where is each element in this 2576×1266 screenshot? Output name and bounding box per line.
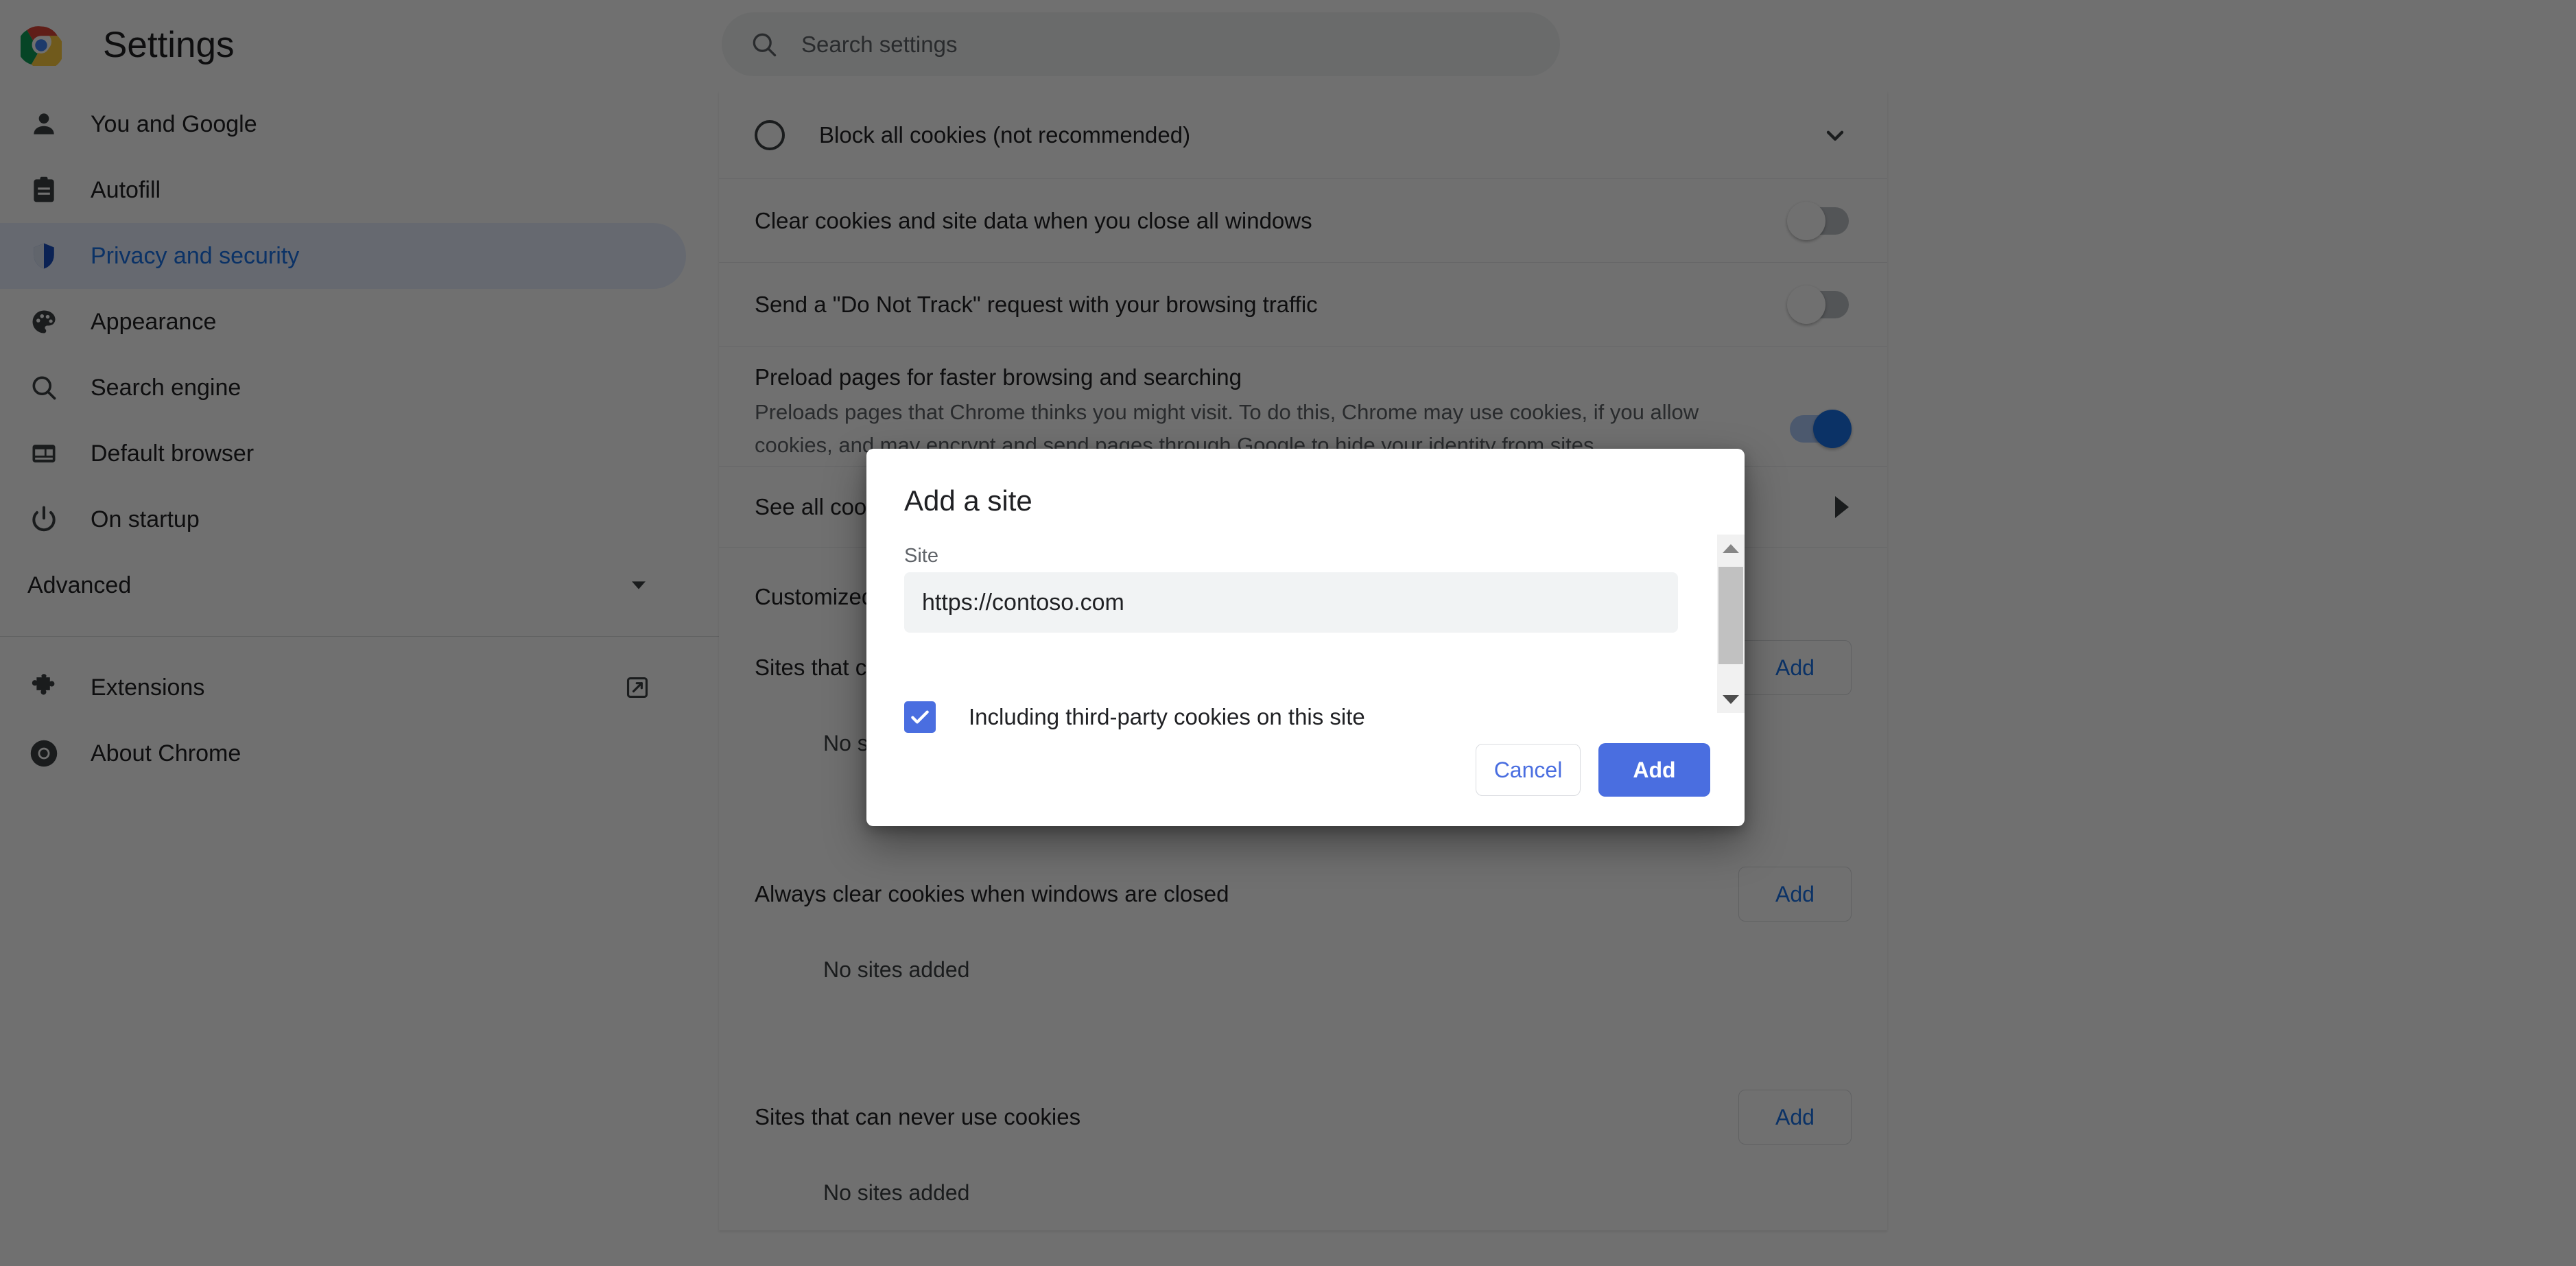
- dialog-actions: Cancel Add: [1476, 743, 1710, 797]
- scrollbar-up-arrow-icon[interactable]: [1717, 535, 1745, 562]
- add-button[interactable]: Add: [1598, 743, 1710, 797]
- checkbox-label: Including third-party cookies on this si…: [969, 704, 1365, 729]
- dialog-title: Add a site: [904, 484, 1032, 517]
- third-party-cookies-checkbox-row[interactable]: Including third-party cookies on this si…: [904, 701, 1365, 733]
- scrollbar-down-arrow-icon[interactable]: [1717, 685, 1745, 713]
- dialog-scrollbar[interactable]: [1717, 535, 1745, 713]
- site-field-label: Site: [904, 545, 938, 567]
- check-icon: [911, 710, 929, 724]
- add-site-dialog: Add a site Site Including third-party co…: [866, 449, 1745, 826]
- cancel-button[interactable]: Cancel: [1476, 744, 1581, 796]
- scrollbar-thumb[interactable]: [1718, 567, 1743, 664]
- site-input[interactable]: [904, 572, 1678, 633]
- checkbox-include-third-party-cookies[interactable]: [904, 701, 936, 733]
